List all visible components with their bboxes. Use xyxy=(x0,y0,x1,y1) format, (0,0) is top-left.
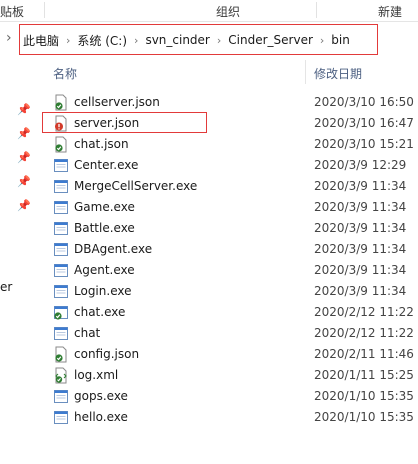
file-row[interactable]: chat.exe 2020/2/12 11:22 xyxy=(40,302,418,323)
file-row[interactable]: Battle.exe 2020/3/9 11:34 xyxy=(40,218,418,239)
file-name[interactable]: server.json xyxy=(74,116,139,130)
file-list: cellserver.json 2020/3/10 16:50 server.jso… xyxy=(40,92,418,428)
column-divider[interactable] xyxy=(305,60,306,84)
breadcrumb-bin[interactable]: bin xyxy=(330,33,351,47)
ribbon-group-clipboard: 贴板 xyxy=(0,5,25,19)
json-file-icon xyxy=(53,136,69,153)
file-name[interactable]: MergeCellServer.exe xyxy=(74,179,197,193)
file-modified-date: 2020/3/10 16:50 xyxy=(314,95,414,109)
file-row[interactable]: chat 2020/2/12 11:22 xyxy=(40,323,418,344)
chevron-right-icon[interactable]: › xyxy=(6,30,12,46)
file-row[interactable]: server.json 2020/3/10 16:47 xyxy=(40,112,418,134)
file-row[interactable]: DBAgent.exe 2020/3/9 11:34 xyxy=(40,239,418,260)
pin-icon[interactable]: 📌 xyxy=(17,199,31,212)
file-name[interactable]: Battle.exe xyxy=(74,221,135,235)
file-name[interactable]: chat xyxy=(74,326,100,340)
file-name[interactable]: chat.json xyxy=(74,137,129,151)
pin-icon[interactable]: 📌 xyxy=(17,127,31,140)
file-modified-date: 2020/1/10 15:35 xyxy=(314,410,414,424)
exe-file-icon xyxy=(53,262,69,279)
file-modified-date: 2020/3/9 11:34 xyxy=(314,200,407,214)
file-modified-date: 2020/3/9 11:34 xyxy=(314,263,407,277)
file-name[interactable]: config.json xyxy=(74,347,139,361)
file-modified-date: 2020/2/11 11:46 xyxy=(314,347,414,361)
file-modified-date: 2020/3/9 11:34 xyxy=(314,242,407,256)
breadcrumb-svn-cinder[interactable]: svn_cinder xyxy=(144,33,210,47)
file-modified-date: 2020/1/11 15:25 xyxy=(314,368,414,382)
file-row[interactable]: log.xml 2020/1/11 15:25 xyxy=(40,365,418,386)
json-file-icon xyxy=(53,346,69,363)
file-row[interactable]: Game.exe 2020/3/9 11:34 xyxy=(40,197,418,218)
file-row[interactable]: gops.exe 2020/1/10 15:35 xyxy=(40,386,418,407)
file-name[interactable]: Agent.exe xyxy=(74,263,135,277)
chevron-right-icon[interactable]: › xyxy=(128,34,144,47)
breadcrumb-cinder-server[interactable]: Cinder_Server xyxy=(227,33,314,47)
exe-file-icon xyxy=(53,283,69,300)
file-name[interactable]: DBAgent.exe xyxy=(74,242,152,256)
address-bar[interactable]: › 此电脑 › 系统 (C:) › svn_cinder › Cinder_Se… xyxy=(0,24,418,56)
exe-file-icon xyxy=(53,199,69,216)
exe-file-icon xyxy=(53,325,69,342)
ribbon-group-labels: 贴板 组织 新建 xyxy=(0,0,418,22)
json-file-icon xyxy=(53,94,69,111)
breadcrumb: 此电脑 › 系统 (C:) › svn_cinder › Cinder_Serv… xyxy=(22,31,351,49)
file-name[interactable]: cellserver.json xyxy=(74,95,160,109)
file-row[interactable]: hello.exe 2020/1/10 15:35 xyxy=(40,407,418,428)
file-modified-date: 2020/3/9 12:29 xyxy=(314,158,407,172)
exe-file-icon xyxy=(53,178,69,195)
ribbon-group-new: 新建 xyxy=(378,5,403,19)
file-row[interactable]: Center.exe 2020/3/9 12:29 xyxy=(40,155,418,176)
exe-file-icon xyxy=(53,241,69,258)
file-name[interactable]: log.xml xyxy=(74,368,118,382)
chevron-right-icon[interactable]: › xyxy=(314,34,330,47)
nav-item-label[interactable]: er xyxy=(0,280,12,294)
file-row[interactable]: Agent.exe 2020/3/9 11:34 xyxy=(40,260,418,281)
file-name[interactable]: gops.exe xyxy=(74,389,128,403)
file-row[interactable]: MergeCellServer.exe 2020/3/9 11:34 xyxy=(40,176,418,197)
breadcrumb-this-pc[interactable]: 此电脑 xyxy=(22,32,60,49)
file-row[interactable]: Login.exe 2020/3/9 11:34 xyxy=(40,281,418,302)
checked-file-icon xyxy=(53,304,69,321)
xml-file-icon xyxy=(53,367,69,384)
file-modified-date: 2020/3/10 15:21 xyxy=(314,137,414,151)
pin-icon[interactable]: 📌 xyxy=(17,175,31,188)
exe-file-icon xyxy=(53,220,69,237)
file-modified-date: 2020/3/9 11:34 xyxy=(314,284,407,298)
pin-icon[interactable]: 📌 xyxy=(17,103,31,116)
file-row[interactable]: chat.json 2020/3/10 15:21 xyxy=(40,134,418,155)
json-file-icon xyxy=(53,115,69,132)
file-name[interactable]: Center.exe xyxy=(74,158,138,172)
ribbon-group-organize: 组织 xyxy=(216,5,241,19)
chevron-right-icon[interactable]: › xyxy=(211,34,227,47)
file-row[interactable]: config.json 2020/2/11 11:46 xyxy=(40,344,418,365)
file-modified-date: 2020/3/9 11:34 xyxy=(314,221,407,235)
file-modified-date: 2020/1/10 15:35 xyxy=(314,389,414,403)
pin-icon[interactable]: 📌 xyxy=(17,151,31,164)
file-modified-date: 2020/3/9 11:34 xyxy=(314,179,407,193)
file-modified-date: 2020/2/12 11:22 xyxy=(314,305,414,319)
file-name[interactable]: Login.exe xyxy=(74,284,131,298)
exe-file-icon xyxy=(53,409,69,426)
file-row[interactable]: cellserver.json 2020/3/10 16:50 xyxy=(40,92,418,113)
column-header: 名称 修改日期 xyxy=(40,60,418,84)
ribbon-divider xyxy=(316,2,317,18)
navigation-pane: 📌 📌 📌 📌 📌 er xyxy=(0,58,40,464)
file-name[interactable]: Game.exe xyxy=(74,200,135,214)
file-modified-date: 2020/2/12 11:22 xyxy=(314,326,414,340)
file-name[interactable]: hello.exe xyxy=(74,410,128,424)
chevron-right-icon[interactable]: › xyxy=(60,34,76,47)
breadcrumb-system-c[interactable]: 系统 (C:) xyxy=(76,32,128,49)
ribbon-divider xyxy=(44,2,45,18)
column-header-name[interactable]: 名称 xyxy=(53,65,77,82)
file-modified-date: 2020/3/10 16:47 xyxy=(314,116,414,130)
column-header-modified[interactable]: 修改日期 xyxy=(314,65,362,82)
file-name[interactable]: chat.exe xyxy=(74,305,125,319)
exe-file-icon xyxy=(53,157,69,174)
exe-file-icon xyxy=(53,388,69,405)
